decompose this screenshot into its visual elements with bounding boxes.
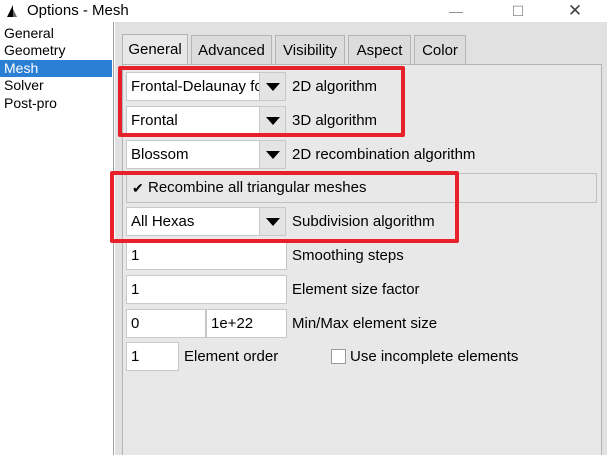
- size-factor-input[interactable]: 1: [126, 275, 287, 304]
- tree-item-post-pro[interactable]: Post-pro: [0, 95, 112, 112]
- tab-aspect[interactable]: Aspect: [348, 35, 411, 66]
- min-max-size-label: Min/Max element size: [292, 315, 438, 332]
- algo-3d-select[interactable]: Frontal: [126, 106, 260, 135]
- tab-visibility[interactable]: Visibility: [275, 35, 345, 66]
- minimize-button[interactable]: —: [436, 0, 476, 22]
- size-factor-label: Element size factor: [292, 281, 420, 298]
- tree-item-geometry[interactable]: Geometry: [0, 42, 112, 59]
- title-bar: Options - Mesh — ☐ ✕: [0, 0, 607, 22]
- element-order-label: Element order: [184, 348, 279, 365]
- tab-advanced[interactable]: Advanced: [191, 35, 272, 66]
- app-logo-icon: [7, 5, 17, 17]
- tree-item-mesh[interactable]: Mesh: [0, 60, 112, 77]
- min-size-input[interactable]: 0: [126, 309, 206, 338]
- checkmark-icon: ✔: [132, 180, 144, 196]
- tree-item-solver[interactable]: Solver: [0, 77, 112, 94]
- max-size-input[interactable]: 1e+22: [206, 309, 287, 338]
- chevron-down-icon[interactable]: [259, 106, 286, 135]
- tree-item-general[interactable]: General: [0, 25, 112, 42]
- smoothing-steps-label: Smoothing steps: [292, 247, 404, 264]
- algo-2d-select[interactable]: Frontal-Delaunay for Quads: [126, 72, 260, 101]
- category-tree: General Geometry Mesh Solver Post-pro: [0, 22, 114, 455]
- tab-color[interactable]: Color: [414, 35, 466, 66]
- window-title: Options - Mesh: [27, 2, 129, 19]
- tab-general[interactable]: General: [122, 34, 188, 66]
- recombination-label: 2D recombination algorithm: [292, 146, 476, 163]
- recombine-all-label: Recombine all triangular meshes: [148, 179, 367, 196]
- chevron-down-icon[interactable]: [259, 207, 286, 236]
- recombination-select[interactable]: Blossom: [126, 140, 260, 169]
- chevron-down-icon[interactable]: [259, 140, 286, 169]
- chevron-down-icon[interactable]: [259, 72, 286, 101]
- algo-3d-label: 3D algorithm: [292, 112, 378, 129]
- smoothing-steps-input[interactable]: 1: [126, 241, 287, 270]
- subdivision-select[interactable]: All Hexas: [126, 207, 260, 236]
- maximize-button[interactable]: ☐: [498, 0, 538, 22]
- element-order-input[interactable]: 1: [126, 342, 179, 371]
- recombine-all-checkbox[interactable]: ✔ Recombine all triangular meshes: [126, 173, 597, 203]
- algo-2d-label: 2D algorithm: [292, 78, 378, 95]
- close-button[interactable]: ✕: [555, 0, 595, 22]
- incomplete-elements-label: Use incomplete elements: [350, 348, 519, 365]
- incomplete-elements-checkbox[interactable]: [331, 349, 346, 364]
- subdivision-label: Subdivision algorithm: [292, 213, 435, 230]
